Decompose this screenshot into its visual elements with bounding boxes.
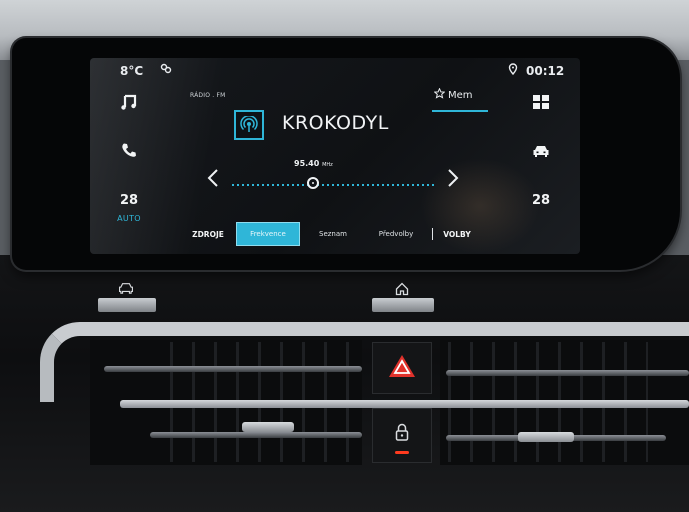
radio-card: RÁDIO . FM Mem KROKODYL 95.40 MHz ZDROJE… xyxy=(170,84,500,249)
lock-icon xyxy=(395,423,409,445)
station-name: KROKODYL xyxy=(282,112,389,134)
right-vent-knob[interactable] xyxy=(518,432,574,442)
music-note-icon xyxy=(120,93,138,115)
tab-frequency[interactable]: Frekvence xyxy=(236,222,300,246)
left-panel: 28 AUTO xyxy=(96,84,162,244)
tab-presets[interactable]: Předvolby xyxy=(366,222,426,246)
left-vent-knob[interactable] xyxy=(242,422,294,432)
phone-button[interactable] xyxy=(96,132,162,172)
phone-icon xyxy=(121,142,137,162)
home-icon xyxy=(395,282,409,299)
vent-slat xyxy=(150,432,362,438)
tune-down-button[interactable] xyxy=(206,168,220,194)
frequency-unit: MHz xyxy=(322,162,333,168)
clock: 00:12 xyxy=(526,64,565,78)
car-icon xyxy=(118,282,134,297)
vent-slat xyxy=(104,366,362,372)
lock-indicator-led xyxy=(395,451,409,454)
location-pin-icon xyxy=(508,63,518,78)
chevron-left-icon xyxy=(206,169,220,194)
chevron-right-icon xyxy=(446,169,460,194)
temperature-readout: 8°C xyxy=(120,64,144,78)
music-button[interactable] xyxy=(96,84,162,124)
home-hardware-button[interactable] xyxy=(372,298,434,312)
apps-button[interactable] xyxy=(508,84,574,124)
tab-options[interactable]: VOLBY xyxy=(436,222,478,246)
central-lock-button[interactable] xyxy=(372,408,432,463)
frequency-value: 95.40 xyxy=(294,159,320,168)
vent-crossbar xyxy=(120,400,689,408)
memory-underline xyxy=(432,110,488,112)
auto-climate-label: AUTO xyxy=(117,214,141,223)
vehicle-hardware-button[interactable] xyxy=(98,298,156,312)
memory-button[interactable]: Mem xyxy=(433,87,473,102)
vehicle-button[interactable] xyxy=(508,132,574,172)
source-label: RÁDIO . FM xyxy=(190,92,226,99)
tab-divider xyxy=(432,228,433,240)
hazard-icon xyxy=(388,354,416,382)
tab-sources[interactable]: ZDROJE xyxy=(186,222,230,246)
fan-icon xyxy=(160,63,172,78)
hazard-button[interactable] xyxy=(372,342,432,394)
tab-list[interactable]: Seznam xyxy=(310,222,356,246)
star-icon xyxy=(433,87,446,102)
tuner-handle[interactable] xyxy=(306,177,319,189)
memory-label: Mem xyxy=(448,89,473,101)
left-temperature-value: 28 xyxy=(119,192,139,208)
tuner-track[interactable] xyxy=(232,184,434,186)
radio-station-icon xyxy=(234,110,264,140)
vent-slat xyxy=(446,370,689,376)
tune-up-button[interactable] xyxy=(446,168,460,194)
car-icon xyxy=(532,143,550,162)
apps-grid-icon xyxy=(532,94,550,114)
frequency-readout: 95.40 MHz xyxy=(294,159,333,168)
right-temperature-button[interactable]: 28 xyxy=(508,180,574,220)
radio-tabs: ZDROJE Frekvence Seznam Předvolby VOLBY xyxy=(170,222,500,246)
right-temperature-value: 28 xyxy=(531,192,551,208)
infotainment-screen: 8°C 00:12 28 AUTO 28 RÁDIO . FM Mem KROK… xyxy=(90,58,580,254)
right-panel: 28 xyxy=(508,84,574,244)
